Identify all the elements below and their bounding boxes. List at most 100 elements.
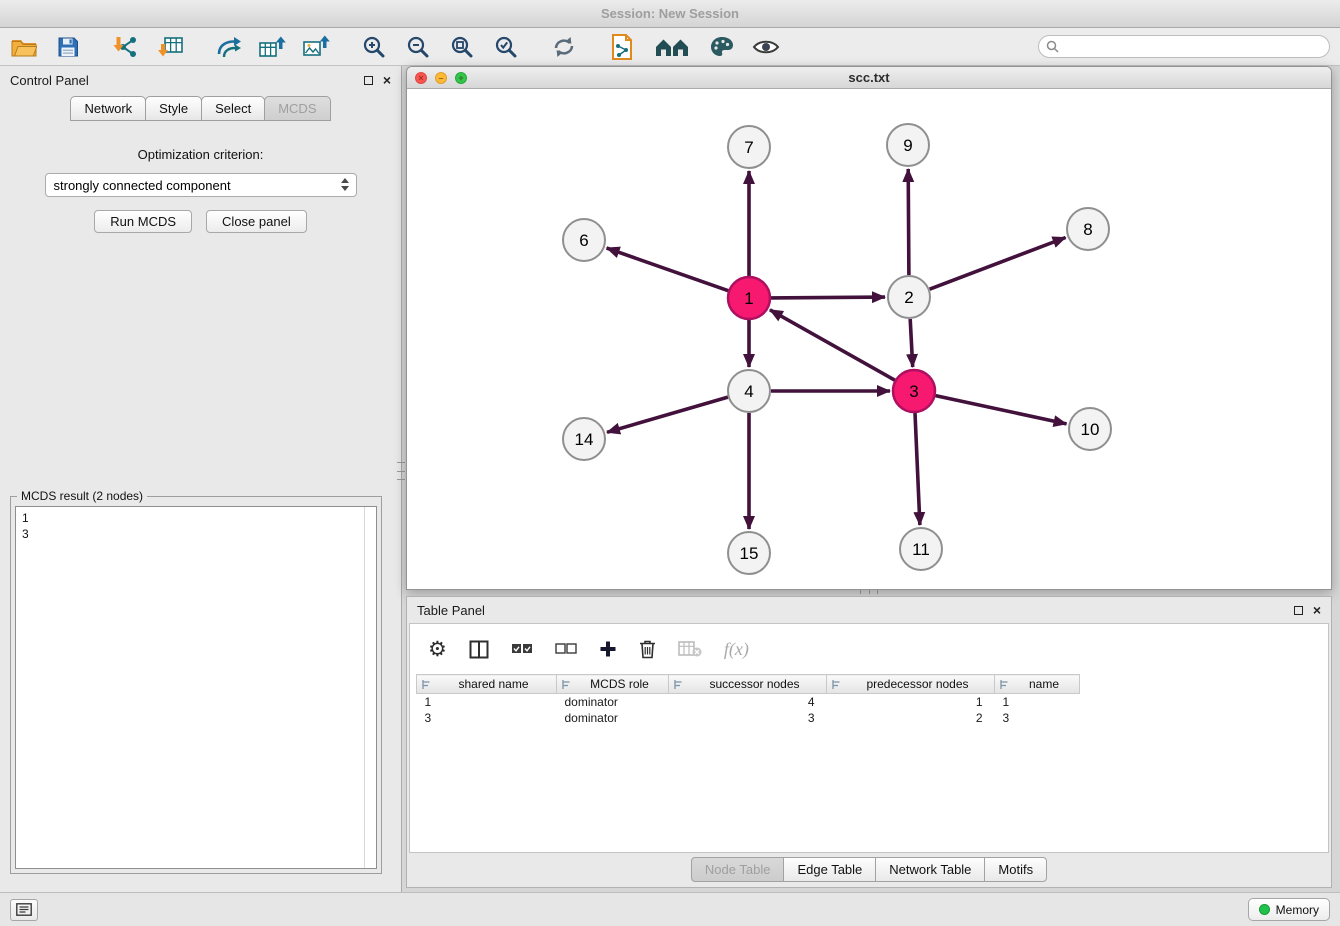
zoom-in-button[interactable] [360, 33, 388, 61]
result-scrollbar-track[interactable] [364, 507, 365, 868]
toggle-graphics-details-button[interactable] [752, 33, 780, 61]
result-item[interactable]: 3 [22, 526, 370, 542]
graph-node-10[interactable]: 10 [1069, 408, 1111, 450]
window-zoom-icon[interactable]: + [455, 72, 467, 84]
graph-edge-3-11[interactable] [915, 413, 920, 525]
delete-columns-button[interactable] [639, 635, 656, 663]
graph-node-1[interactable]: 1 [728, 277, 770, 319]
table-cell[interactable]: 3 [417, 710, 557, 726]
tab-network-table[interactable]: Network Table [875, 857, 985, 882]
network-overview-button[interactable] [652, 33, 692, 61]
table-cell[interactable]: 1 [417, 694, 557, 711]
unselect-all-columns-button[interactable] [555, 635, 577, 663]
table-cell[interactable]: 1 [827, 694, 995, 711]
column-header-name[interactable]: name [995, 675, 1080, 694]
table-panel-header: Table Panel × [407, 597, 1331, 623]
export-table-button[interactable] [258, 33, 286, 61]
task-history-button[interactable] [10, 899, 38, 921]
graph-edge-3-10[interactable] [936, 396, 1067, 424]
table-cell[interactable]: 3 [669, 710, 827, 726]
table-cell[interactable]: 2 [827, 710, 995, 726]
zoom-selected-button[interactable] [492, 33, 520, 61]
result-item[interactable]: 1 [22, 510, 370, 526]
table-panel-tabs: Node TableEdge TableNetwork TableMotifs [407, 857, 1331, 882]
tab-network[interactable]: Network [70, 96, 146, 121]
network-canvas[interactable]: 7 9 6 8 1 2 4 3 14 10 15 11 [407, 89, 1331, 589]
import-network-button[interactable] [112, 33, 140, 61]
graph-node-6[interactable]: 6 [563, 219, 605, 261]
graph-edge-3-1[interactable] [770, 310, 895, 380]
float-panel-icon[interactable] [364, 76, 373, 85]
apply-function-button[interactable]: f(x) [724, 635, 749, 663]
zoom-out-button[interactable] [404, 33, 432, 61]
tab-motifs[interactable]: Motifs [984, 857, 1047, 882]
network-window-titlebar[interactable]: × – + scc.txt [407, 67, 1331, 89]
new-network-from-selection-button[interactable] [608, 33, 636, 61]
graph-edge-1-2[interactable] [771, 297, 885, 298]
run-mcds-button[interactable]: Run MCDS [94, 210, 192, 233]
add-column-button[interactable] [599, 635, 617, 663]
tab-mcds[interactable]: MCDS [264, 96, 330, 121]
graph-node-15[interactable]: 15 [728, 532, 770, 574]
graph-edge-2-3[interactable] [910, 319, 913, 367]
window-close-icon[interactable]: × [415, 72, 427, 84]
vertical-panel-resize-grip[interactable] [397, 462, 405, 480]
graph-edge-1-6[interactable] [607, 248, 729, 291]
memory-button[interactable]: Memory [1248, 898, 1330, 921]
import-table-button[interactable] [156, 33, 184, 61]
close-panel-icon[interactable]: × [383, 75, 391, 85]
export-network-button[interactable] [214, 33, 242, 61]
column-header-predecessor-nodes[interactable]: predecessor nodes [827, 675, 995, 694]
svg-text:4: 4 [744, 382, 753, 401]
graph-node-9[interactable]: 9 [887, 124, 929, 166]
refresh-button[interactable] [550, 33, 578, 61]
tab-style[interactable]: Style [145, 96, 202, 121]
network-graph[interactable]: 7 9 6 8 1 2 4 3 14 10 15 11 [407, 89, 1331, 589]
graph-edge-2-9[interactable] [908, 169, 909, 275]
table-cell[interactable]: 4 [669, 694, 827, 711]
graph-node-2[interactable]: 2 [888, 276, 930, 318]
table-cell[interactable]: dominator [557, 710, 669, 726]
graph-node-14[interactable]: 14 [563, 418, 605, 460]
search-input[interactable] [1038, 35, 1330, 58]
zoom-fit-button[interactable] [448, 33, 476, 61]
columns-icon [469, 640, 489, 659]
graph-node-4[interactable]: 4 [728, 370, 770, 412]
float-table-panel-icon[interactable] [1294, 606, 1303, 615]
style-paint-button[interactable] [708, 33, 736, 61]
optimization-criterion-dropdown[interactable]: strongly connected component [45, 173, 357, 197]
show-columns-button[interactable] [469, 635, 489, 663]
table-cell[interactable]: 1 [995, 694, 1080, 711]
graph-edge-2-8[interactable] [930, 238, 1066, 290]
graph-node-7[interactable]: 7 [728, 126, 770, 168]
control-panel-title: Control Panel [10, 73, 89, 88]
select-all-columns-button[interactable] [511, 635, 533, 663]
table-row[interactable]: 1dominator411 [417, 694, 1080, 711]
tab-node-table[interactable]: Node Table [691, 857, 785, 882]
graph-edge-4-14[interactable] [607, 397, 728, 432]
table-settings-button[interactable]: ⚙ [428, 635, 447, 663]
open-session-button[interactable] [10, 33, 38, 61]
mcds-result-title: MCDS result (2 nodes) [17, 489, 147, 503]
column-header-successor-nodes[interactable]: successor nodes [669, 675, 827, 694]
graph-node-3[interactable]: 3 [893, 370, 935, 412]
window-title: Session: New Session [601, 6, 739, 21]
export-image-button[interactable] [302, 33, 330, 61]
column-header-MCDS-role[interactable]: MCDS role [557, 675, 669, 694]
close-panel-button[interactable]: Close panel [206, 210, 307, 233]
import-group [112, 33, 184, 61]
graph-node-8[interactable]: 8 [1067, 208, 1109, 250]
table-row[interactable]: 3dominator323 [417, 710, 1080, 726]
tab-select[interactable]: Select [201, 96, 265, 121]
tab-edge-table[interactable]: Edge Table [783, 857, 876, 882]
table-cell[interactable]: dominator [557, 694, 669, 711]
column-header-shared-name[interactable]: shared name [417, 675, 557, 694]
mcds-result-list[interactable]: 13 [15, 506, 377, 869]
graph-node-11[interactable]: 11 [900, 528, 942, 570]
close-table-panel-icon[interactable]: × [1313, 605, 1321, 615]
window-minimize-icon[interactable]: – [435, 72, 447, 84]
table-cell[interactable]: 3 [995, 710, 1080, 726]
save-session-button[interactable] [54, 33, 82, 61]
delete-table-button[interactable] [678, 635, 702, 663]
window-titlebar[interactable]: Session: New Session [0, 0, 1340, 28]
